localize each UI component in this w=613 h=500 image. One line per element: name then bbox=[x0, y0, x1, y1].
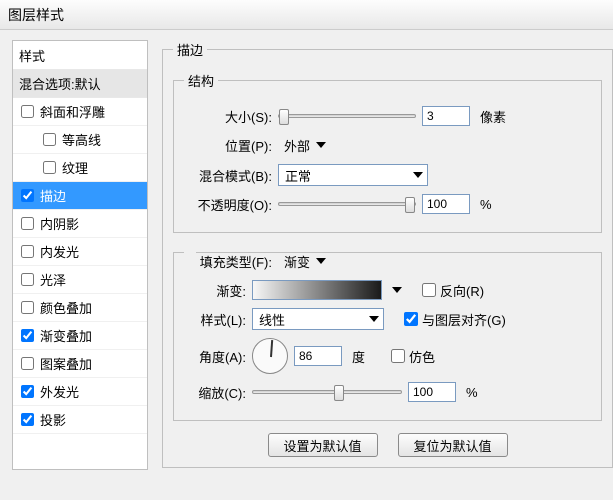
style-item-label: 光泽 bbox=[40, 270, 66, 289]
style-item-label: 投影 bbox=[40, 410, 66, 429]
style-checkbox[interactable] bbox=[43, 161, 56, 174]
style-checkbox[interactable] bbox=[21, 385, 34, 398]
style-checkbox[interactable] bbox=[21, 413, 34, 426]
fill-group: . 填充类型(F): 渐变 渐变: 反向(R) bbox=[173, 245, 602, 421]
size-slider[interactable] bbox=[278, 107, 416, 125]
angle-unit: 度 bbox=[352, 347, 365, 366]
style-checkbox[interactable] bbox=[21, 217, 34, 230]
window-titlebar: 图层样式 bbox=[0, 0, 613, 30]
align-checkbox[interactable]: 与图层对齐(G) bbox=[404, 310, 506, 329]
style-item[interactable]: 纹理 bbox=[13, 154, 147, 182]
style-dropdown[interactable]: 线性 bbox=[252, 308, 384, 330]
structure-group: 结构 大小(S): 像素 位置(P): 外部 bbox=[173, 71, 602, 233]
style-item[interactable]: 渐变叠加 bbox=[13, 322, 147, 350]
angle-label: 角度(A): bbox=[184, 347, 246, 366]
caret-icon bbox=[413, 172, 423, 178]
style-checkbox[interactable] bbox=[21, 329, 34, 342]
style-item[interactable]: 等高线 bbox=[13, 126, 147, 154]
style-item-label: 渐变叠加 bbox=[40, 326, 92, 345]
style-checkbox[interactable] bbox=[21, 273, 34, 286]
style-item-label: 等高线 bbox=[62, 130, 101, 149]
style-item[interactable]: 光泽 bbox=[13, 266, 147, 294]
style-checkbox[interactable] bbox=[21, 105, 34, 118]
style-item[interactable]: 颜色叠加 bbox=[13, 294, 147, 322]
opacity-input[interactable] bbox=[422, 194, 470, 214]
scale-label: 缩放(C): bbox=[184, 383, 246, 402]
reset-default-button[interactable]: 复位为默认值 bbox=[398, 433, 508, 457]
scale-input[interactable] bbox=[408, 382, 456, 402]
position-label: 位置(P): bbox=[184, 136, 272, 155]
caret-icon bbox=[316, 258, 326, 264]
scale-slider[interactable] bbox=[252, 383, 402, 401]
size-label: 大小(S): bbox=[184, 107, 272, 126]
style-item-label: 纹理 bbox=[62, 158, 88, 177]
scale-unit: % bbox=[466, 385, 478, 400]
style-item-label: 外发光 bbox=[40, 382, 79, 401]
style-checkbox[interactable] bbox=[21, 301, 34, 314]
style-item[interactable]: 描边 bbox=[13, 182, 147, 210]
style-item-label: 内发光 bbox=[40, 242, 79, 261]
style-item-label: 斜面和浮雕 bbox=[40, 102, 105, 121]
style-checkbox[interactable] bbox=[21, 245, 34, 258]
opacity-slider[interactable] bbox=[278, 195, 416, 213]
size-unit: 像素 bbox=[480, 107, 506, 126]
position-dropdown[interactable]: 外部 bbox=[278, 134, 348, 156]
blending-options[interactable]: 混合选项:默认 bbox=[13, 70, 147, 98]
style-checkbox[interactable] bbox=[43, 133, 56, 146]
opacity-label: 不透明度(O): bbox=[184, 195, 272, 214]
style-item[interactable]: 图案叠加 bbox=[13, 350, 147, 378]
gradient-swatch[interactable] bbox=[252, 280, 382, 300]
window-title: 图层样式 bbox=[8, 7, 64, 23]
size-input[interactable] bbox=[422, 106, 470, 126]
stroke-panel: 描边 结构 大小(S): 像素 位置(P): 外部 bbox=[162, 40, 613, 468]
reverse-checkbox[interactable]: 反向(R) bbox=[422, 281, 484, 300]
style-item[interactable]: 斜面和浮雕 bbox=[13, 98, 147, 126]
style-item-label: 内阴影 bbox=[40, 214, 79, 233]
stroke-panel-title: 描边 bbox=[173, 40, 207, 59]
style-label: 样式(L): bbox=[184, 310, 246, 329]
style-item-label: 颜色叠加 bbox=[40, 298, 92, 317]
angle-dial[interactable] bbox=[252, 338, 288, 374]
blend-mode-label: 混合模式(B): bbox=[184, 166, 272, 185]
style-item[interactable]: 内发光 bbox=[13, 238, 147, 266]
style-item[interactable]: 外发光 bbox=[13, 378, 147, 406]
styles-panel: 样式 混合选项:默认 斜面和浮雕等高线纹理描边内阴影内发光光泽颜色叠加渐变叠加图… bbox=[12, 40, 148, 470]
caret-icon bbox=[369, 316, 379, 322]
gradient-dropdown-icon[interactable] bbox=[392, 287, 402, 293]
styles-list: 斜面和浮雕等高线纹理描边内阴影内发光光泽颜色叠加渐变叠加图案叠加外发光投影 bbox=[13, 98, 147, 434]
dither-checkbox[interactable]: 仿色 bbox=[391, 347, 435, 366]
style-checkbox[interactable] bbox=[21, 189, 34, 202]
caret-icon bbox=[316, 142, 326, 148]
style-checkbox[interactable] bbox=[21, 357, 34, 370]
blend-mode-dropdown[interactable]: 正常 bbox=[278, 164, 428, 186]
style-item[interactable]: 投影 bbox=[13, 406, 147, 434]
angle-input[interactable] bbox=[294, 346, 342, 366]
fill-type-dropdown[interactable]: 渐变 bbox=[278, 250, 348, 272]
style-item-label: 描边 bbox=[40, 186, 66, 205]
structure-title: 结构 bbox=[184, 71, 218, 90]
opacity-unit: % bbox=[480, 197, 492, 212]
style-item[interactable]: 内阴影 bbox=[13, 210, 147, 238]
styles-header: 样式 bbox=[13, 41, 147, 70]
style-item-label: 图案叠加 bbox=[40, 354, 92, 373]
gradient-label: 渐变: bbox=[184, 281, 246, 300]
fill-type-label: 填充类型(F): bbox=[184, 252, 272, 271]
make-default-button[interactable]: 设置为默认值 bbox=[268, 433, 378, 457]
